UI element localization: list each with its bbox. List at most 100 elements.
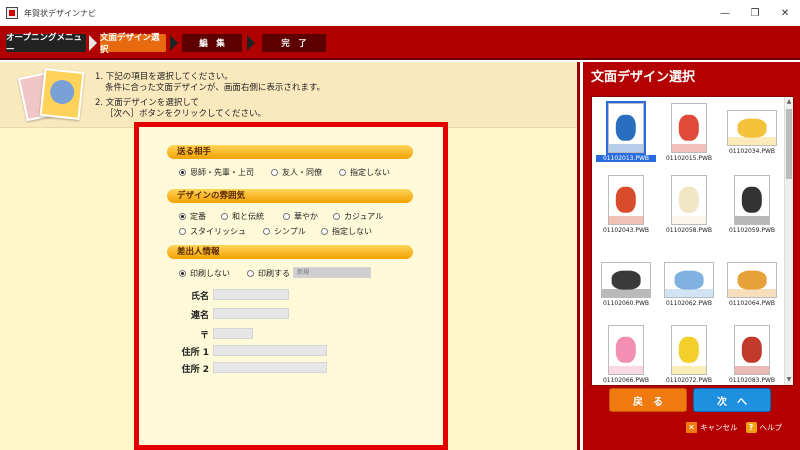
radio-sender-print[interactable]: 印刷する <box>247 268 290 279</box>
radio-mood-casual[interactable]: カジュアル <box>333 211 383 222</box>
scroll-down-icon[interactable]: ▼ <box>786 376 792 384</box>
design-preview-image <box>727 110 777 146</box>
design-filename: 01102072.PWB <box>665 377 713 384</box>
new-year-cards-illustration <box>17 68 85 122</box>
design-thumbnail[interactable]: 01102015.PWB <box>659 103 719 162</box>
step-arrow-icon <box>170 35 178 51</box>
radio-mood-stylish[interactable]: スタイリッシュ <box>179 226 246 237</box>
design-thumbnail[interactable]: 01102034.PWB <box>722 103 782 155</box>
design-thumbnail-list: ▲ ▼ 01102013.PWB 01102015.PWB 01102034.PWB… <box>591 96 794 386</box>
scroll-thumb[interactable] <box>786 109 792 179</box>
design-thumbnail[interactable]: 01102060.PWB <box>596 255 656 307</box>
back-button[interactable]: 戻 る <box>609 388 687 412</box>
design-preview-image <box>671 325 707 375</box>
address2-field[interactable] <box>213 362 327 373</box>
design-thumbnail[interactable]: 01102043.PWB <box>596 175 656 234</box>
window-controls: — ❐ ✕ <box>710 0 800 26</box>
step-arrow-icon <box>247 35 255 51</box>
help-icon: ? <box>745 422 757 433</box>
next-button[interactable]: 次 へ <box>693 388 771 412</box>
design-thumbnail[interactable]: 01102058.PWB <box>659 175 719 234</box>
instructions-text: 1. 下記の項目を選択してください。 条件に合った文面デザインが、画面右側に表示… <box>95 72 325 120</box>
design-filename: 01102013.PWB <box>596 155 656 162</box>
name-label: 氏名 <box>190 292 209 302</box>
design-preview-image <box>734 325 770 375</box>
minimize-icon[interactable]: — <box>710 0 740 26</box>
radio-recipient-teacher[interactable]: 恩師・先輩・上司 <box>179 167 254 178</box>
radio-mood-none[interactable]: 指定しない <box>321 226 372 237</box>
cancel-icon: ✕ <box>686 422 697 433</box>
design-preview-image <box>671 103 707 153</box>
radio-mood-japanese[interactable]: 和と伝統 <box>221 211 264 222</box>
radio-sender-no-print[interactable]: 印刷しない <box>179 268 230 279</box>
address1-field[interactable] <box>213 345 327 356</box>
restore-icon[interactable]: ❐ <box>740 0 770 26</box>
radio-mood-standard[interactable]: 定番 <box>179 211 206 222</box>
design-preview-image <box>606 101 646 155</box>
design-filename: 01102060.PWB <box>602 300 650 307</box>
step-design-select: 文面デザイン選択 <box>100 33 166 55</box>
instructions-panel: 1. 下記の項目を選択してください。 条件に合った文面デザインが、画面右側に表示… <box>0 62 577 128</box>
design-preview-image <box>608 175 644 225</box>
sender-select[interactable]: 新規 <box>293 267 371 278</box>
name-field[interactable] <box>213 289 289 300</box>
design-filename: 01102058.PWB <box>665 227 713 234</box>
design-filename: 01102062.PWB <box>665 300 713 307</box>
footer-links: ✕ キャンセル ? ヘルプ <box>686 422 790 433</box>
step-opening-menu[interactable]: オープニングメニュー <box>6 33 86 55</box>
instruction-line: 1. 下記の項目を選択してください。 <box>95 72 233 82</box>
design-preview-image <box>664 262 714 298</box>
instruction-line: ［次へ］ボタンをクリックしてください。 <box>105 109 266 119</box>
design-preview-image <box>727 262 777 298</box>
cancel-label: キャンセル <box>700 423 738 432</box>
address2-label: 住所 2 <box>181 365 209 375</box>
design-thumbnail[interactable]: 01102064.PWB <box>722 255 782 307</box>
design-thumbnail[interactable]: 01102059.PWB <box>722 175 782 234</box>
design-thumbnail[interactable]: 01102013.PWB <box>596 101 656 162</box>
design-thumbnail[interactable]: 01102062.PWB <box>659 255 719 307</box>
design-filename: 01102043.PWB <box>602 227 650 234</box>
window-title: 年賀状デザインナビ <box>24 8 96 18</box>
design-filename: 01102083.PWB <box>728 377 776 384</box>
step-arrow-icon <box>89 35 97 51</box>
postal-label: 〒 <box>199 331 209 341</box>
design-filename: 01102059.PWB <box>728 227 776 234</box>
title-bar: 年賀状デザインナビ — ❐ ✕ <box>0 0 800 26</box>
recipient-heading: 送る相手 <box>167 145 413 159</box>
design-thumbnail[interactable]: 01102066.PWB <box>596 325 656 384</box>
design-thumbnail[interactable]: 01102083.PWB <box>722 325 782 384</box>
close-icon[interactable]: ✕ <box>770 0 800 26</box>
design-preview-image <box>608 325 644 375</box>
help-button[interactable]: ? ヘルプ <box>745 422 783 433</box>
step-edit: 編 集 <box>182 34 242 52</box>
step-complete: 完 了 <box>262 34 326 52</box>
thumbnail-scrollbar[interactable]: ▲ ▼ <box>784 97 793 385</box>
design-thumbnail[interactable]: 01102072.PWB <box>659 325 719 384</box>
design-filename: 01102015.PWB <box>665 155 713 162</box>
design-select-title: 文面デザイン選択 <box>591 70 696 85</box>
help-label: ヘルプ <box>759 423 783 432</box>
radio-mood-simple[interactable]: シンプル <box>263 226 306 237</box>
design-preview-image <box>734 175 770 225</box>
mood-heading: デザインの雰囲気 <box>167 189 413 203</box>
radio-mood-gorgeous[interactable]: 華やか <box>283 211 318 222</box>
right-pane: 文面デザイン選択 ▲ ▼ 01102013.PWB 01102015.PWB 011… <box>583 62 800 450</box>
joint-name-label: 連名 <box>190 311 209 321</box>
radio-recipient-friend[interactable]: 友人・同僚 <box>271 167 322 178</box>
cancel-button[interactable]: ✕ キャンセル <box>686 422 738 433</box>
joint-name-field[interactable] <box>213 308 289 319</box>
design-filename: 01102034.PWB <box>728 148 776 155</box>
instruction-line: 2. 文面デザインを選択して <box>95 98 200 108</box>
condition-form: 送る相手 恩師・先輩・上司 友人・同僚 指定しない デザインの雰囲気 定番 和と… <box>134 122 448 450</box>
left-pane: 1. 下記の項目を選択してください。 条件に合った文面デザインが、画面右側に表示… <box>0 62 580 450</box>
design-preview-image <box>601 262 651 298</box>
address1-label: 住所 1 <box>181 348 209 358</box>
scroll-up-icon[interactable]: ▲ <box>786 98 792 106</box>
design-preview-image <box>671 175 707 225</box>
radio-recipient-none[interactable]: 指定しない <box>339 167 390 178</box>
postal-field[interactable] <box>213 328 253 339</box>
design-filename: 01102064.PWB <box>728 300 776 307</box>
design-filename: 01102066.PWB <box>602 377 650 384</box>
instruction-line: 条件に合った文面デザインが、画面右側に表示されます。 <box>105 83 325 93</box>
app-icon <box>6 7 18 19</box>
